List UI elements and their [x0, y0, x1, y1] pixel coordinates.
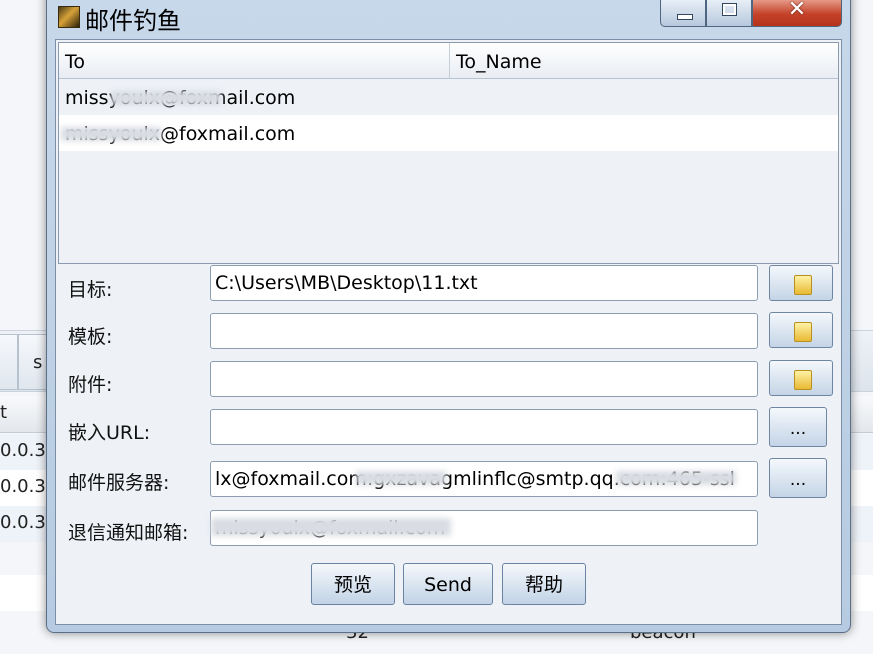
embed-url-options-button[interactable]: ...: [769, 407, 827, 447]
minimize-button[interactable]: [660, 0, 706, 27]
table-header: To To_Name: [59, 43, 838, 79]
attachment-field[interactable]: [210, 361, 758, 397]
send-button[interactable]: Send: [403, 563, 493, 605]
minimize-icon: [677, 14, 693, 20]
attachment-label: 附件:: [68, 374, 113, 396]
column-header-to-name[interactable]: To_Name: [450, 43, 838, 78]
background-column-header: t: [0, 402, 8, 423]
close-button[interactable]: ✕: [752, 0, 842, 27]
preview-button[interactable]: 预览: [311, 563, 395, 605]
close-icon: ✕: [787, 0, 807, 22]
folder-icon: [794, 322, 812, 342]
redaction-blur: [211, 518, 451, 536]
dialog-content: To To_Name missyoulx@foxmail.com missyou…: [55, 39, 842, 625]
browse-template-button[interactable]: [769, 312, 833, 348]
maximize-icon: [722, 3, 737, 16]
redaction-blur: [61, 127, 161, 141]
target-label: 目标:: [68, 279, 113, 301]
mail-server-options-button[interactable]: ...: [769, 458, 827, 498]
background-tab-2-label: s: [33, 352, 43, 373]
recipients-table[interactable]: To To_Name missyoulx@foxmail.com missyou…: [58, 42, 839, 264]
table-row[interactable]: missyoulx@foxmail.com: [59, 79, 838, 115]
embed-url-field[interactable]: [210, 409, 758, 445]
ellipsis-label: ...: [789, 419, 807, 439]
help-button[interactable]: 帮助: [502, 563, 586, 605]
app-icon: [58, 6, 80, 28]
template-label: 模板:: [68, 326, 113, 348]
table-row[interactable]: missyoulx@foxmail.com: [59, 115, 838, 151]
mail-server-label: 邮件服务器:: [68, 472, 170, 494]
redaction-blur: [616, 471, 736, 485]
folder-icon: [794, 370, 812, 390]
title-bar[interactable]: 邮件钓鱼 ✕: [47, 0, 850, 39]
maximize-button[interactable]: [706, 0, 752, 27]
embed-url-label: 嵌入URL:: [68, 422, 151, 444]
window-title: 邮件钓鱼: [85, 7, 181, 35]
bounce-mailbox-label: 退信通知邮箱:: [68, 522, 189, 544]
template-field[interactable]: [210, 313, 758, 349]
background-tab-1[interactable]: z: [0, 334, 18, 390]
folder-icon: [794, 275, 812, 295]
browse-target-button[interactable]: [769, 265, 833, 301]
redaction-blur: [356, 471, 446, 485]
browse-attachment-button[interactable]: [769, 360, 833, 396]
target-field[interactable]: [210, 265, 758, 301]
redaction-blur: [111, 91, 221, 105]
ellipsis-label: ...: [789, 470, 807, 490]
column-header-to[interactable]: To: [59, 43, 450, 78]
mail-phishing-dialog: 邮件钓鱼 ✕ To To_Name missyoulx@foxmail.com …: [46, 0, 851, 633]
